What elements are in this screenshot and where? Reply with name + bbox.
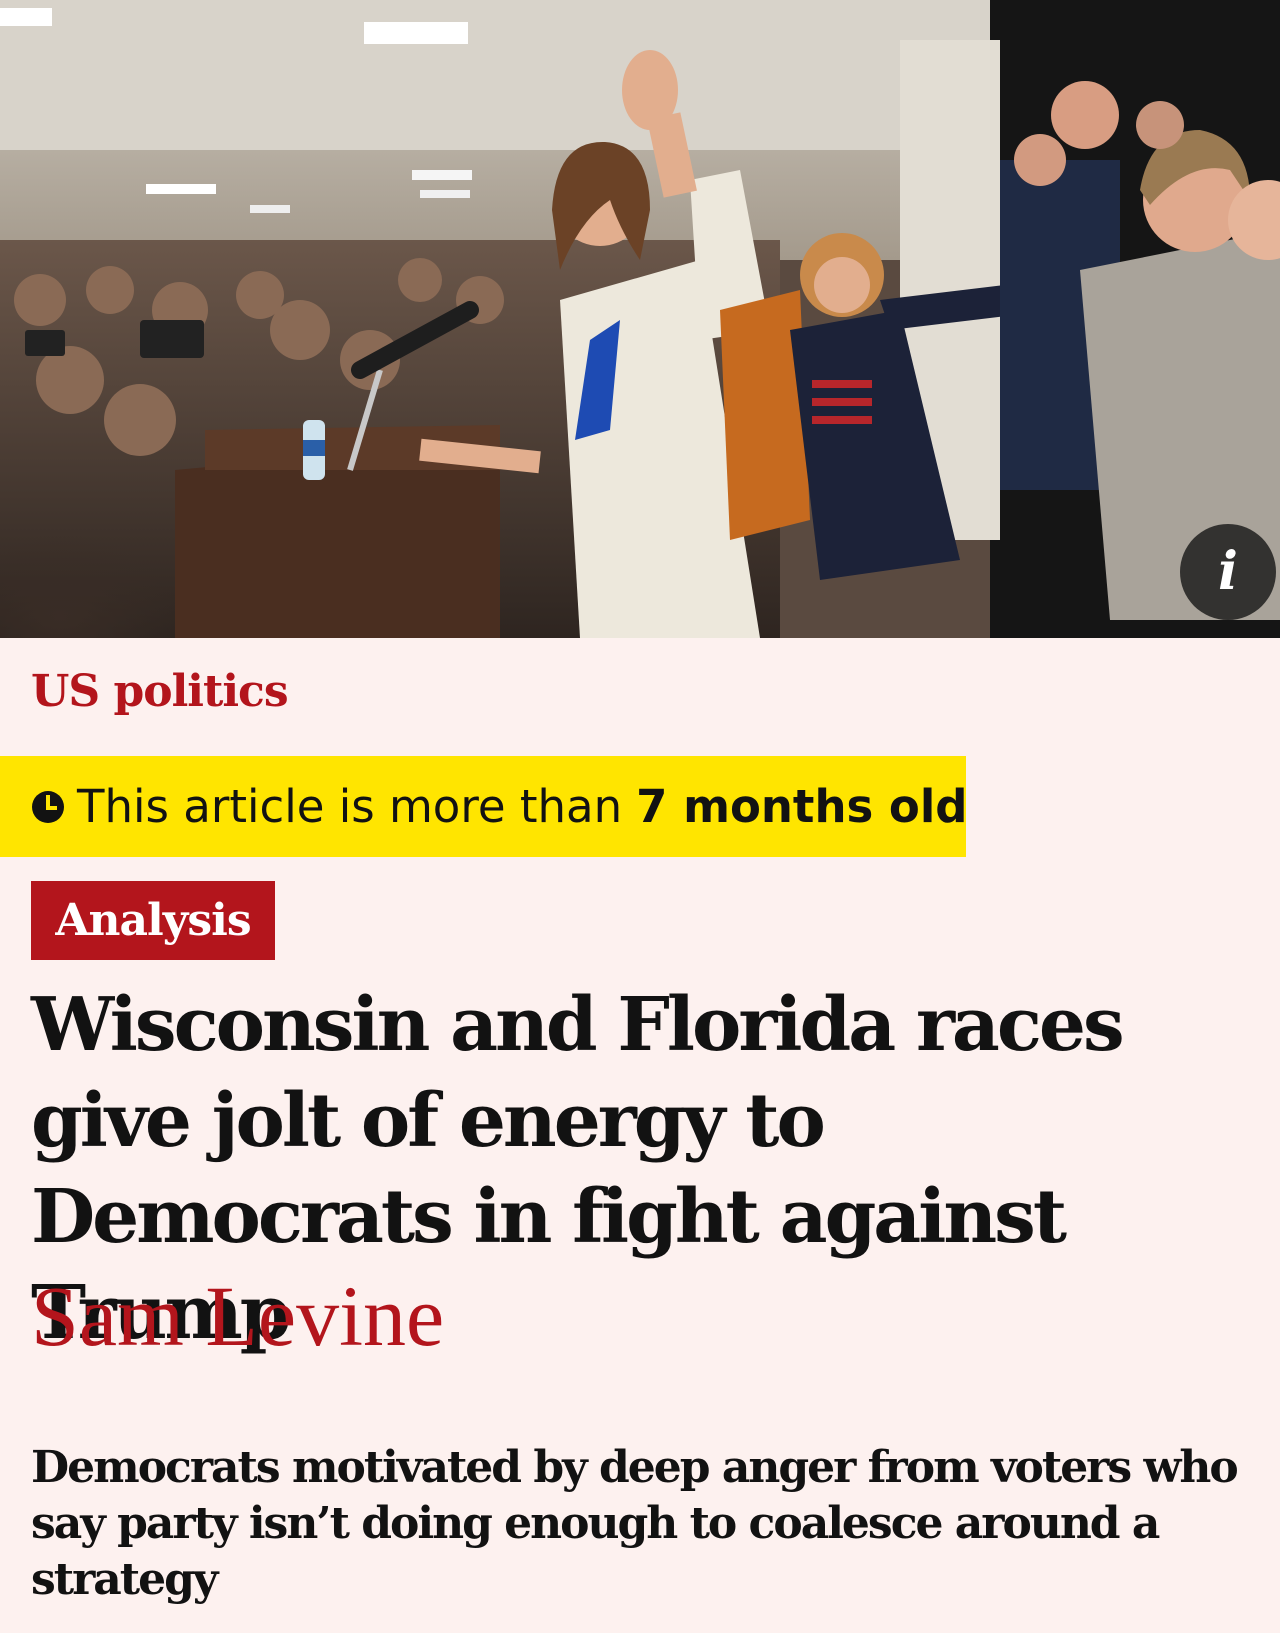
- article-age-warning: This article is more than 7 months old: [0, 756, 968, 857]
- hero-photo: [0, 0, 1280, 638]
- info-icon: i: [1218, 541, 1238, 602]
- section-link-us-politics[interactable]: US politics: [31, 664, 289, 720]
- byline-author-link[interactable]: Sam Levine: [31, 1266, 444, 1366]
- image-info-button[interactable]: i: [1180, 524, 1276, 620]
- clock-icon: [32, 790, 64, 823]
- hero-image: i: [0, 0, 1280, 638]
- article-standfirst: Democrats motivated by deep anger from v…: [31, 1442, 1239, 1605]
- age-warning-age: 7 months old: [636, 780, 968, 833]
- age-warning-prefix: This article is more than: [77, 780, 623, 833]
- analysis-badge: Analysis: [31, 881, 275, 960]
